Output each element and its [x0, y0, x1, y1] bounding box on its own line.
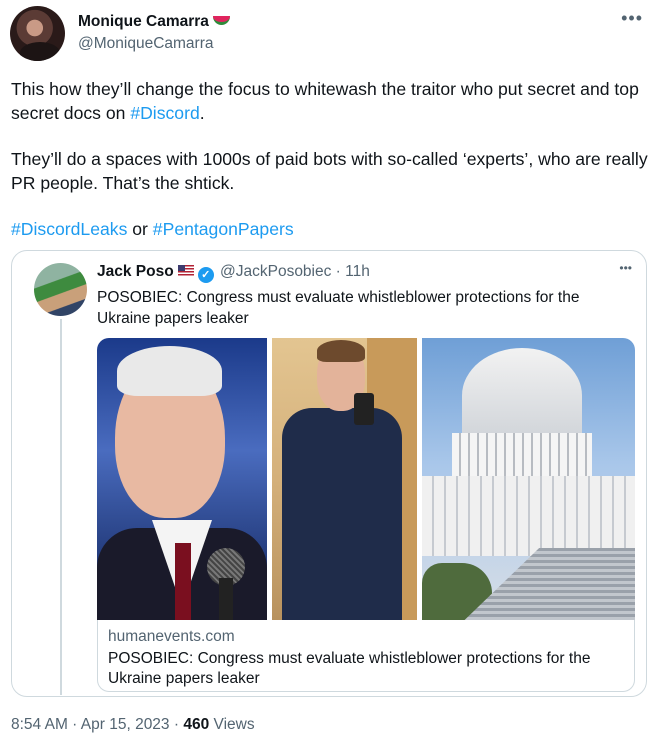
quoted-tweet[interactable]: Jack Poso ✓ @JackPosobiec · 11h ••• POSOB…: [11, 250, 647, 697]
verified-badge-icon: ✓: [197, 267, 214, 283]
author-handle[interactable]: @MoniqueCamarra: [78, 35, 213, 53]
quoted-handle-time[interactable]: @JackPosobiec · 11h: [220, 263, 370, 281]
tweet-paragraph-1: This how they’ll change the focus to whi…: [11, 78, 651, 125]
quoted-author-name-text[interactable]: Jack Poso: [97, 263, 174, 280]
author-avatar[interactable]: [10, 6, 65, 61]
hashtag-discordleaks[interactable]: #DiscordLeaks: [11, 219, 127, 239]
link-card[interactable]: humanevents.com POSOBIEC: Congress must …: [97, 620, 635, 692]
tweet-timestamp[interactable]: 8:54 AM · Apr 15, 2023 ·: [11, 716, 183, 733]
tweet-paragraph-3: #DiscordLeaks or #PentagonPapers: [11, 218, 651, 242]
tweet-body: This how they’ll change the focus to whi…: [11, 78, 651, 242]
link-card-images[interactable]: [97, 338, 635, 620]
more-horizontal-icon[interactable]: •••: [621, 8, 643, 29]
tweet-text-part: or: [127, 219, 153, 239]
link-title[interactable]: POSOBIEC: Congress must evaluate whistle…: [108, 649, 623, 689]
link-domain[interactable]: humanevents.com: [108, 628, 235, 646]
tweet-text-part: This how they’ll change the focus to whi…: [11, 79, 639, 123]
photo-uniform[interactable]: [272, 338, 417, 620]
quoted-author-avatar[interactable]: [34, 263, 87, 316]
photo-speaker[interactable]: [97, 338, 267, 620]
thread-line: [60, 319, 62, 695]
author-name[interactable]: Monique Camarra: [78, 13, 230, 31]
tweet-paragraph-2: They’ll do a spaces with 1000s of paid b…: [11, 149, 648, 193]
photo-capitol[interactable]: [422, 338, 635, 620]
views-count[interactable]: 460: [183, 716, 209, 733]
us-flag-icon: [177, 265, 194, 276]
tweet-meta: 8:54 AM · Apr 15, 2023 · 460 Views: [11, 716, 255, 734]
more-horizontal-icon[interactable]: •••: [619, 261, 632, 275]
hashtag-discord[interactable]: #Discord: [130, 103, 199, 123]
hashtag-pentagonpapers[interactable]: #PentagonPapers: [153, 219, 294, 239]
tweet-text-part: .: [199, 102, 205, 123]
watermelon-icon: [212, 16, 230, 25]
author-name-text[interactable]: Monique Camarra: [78, 13, 209, 30]
quoted-tweet-text: POSOBIEC: Congress must evaluate whistle…: [97, 289, 580, 327]
quoted-author-name[interactable]: Jack Poso ✓: [97, 263, 214, 283]
views-label: Views: [209, 716, 255, 733]
